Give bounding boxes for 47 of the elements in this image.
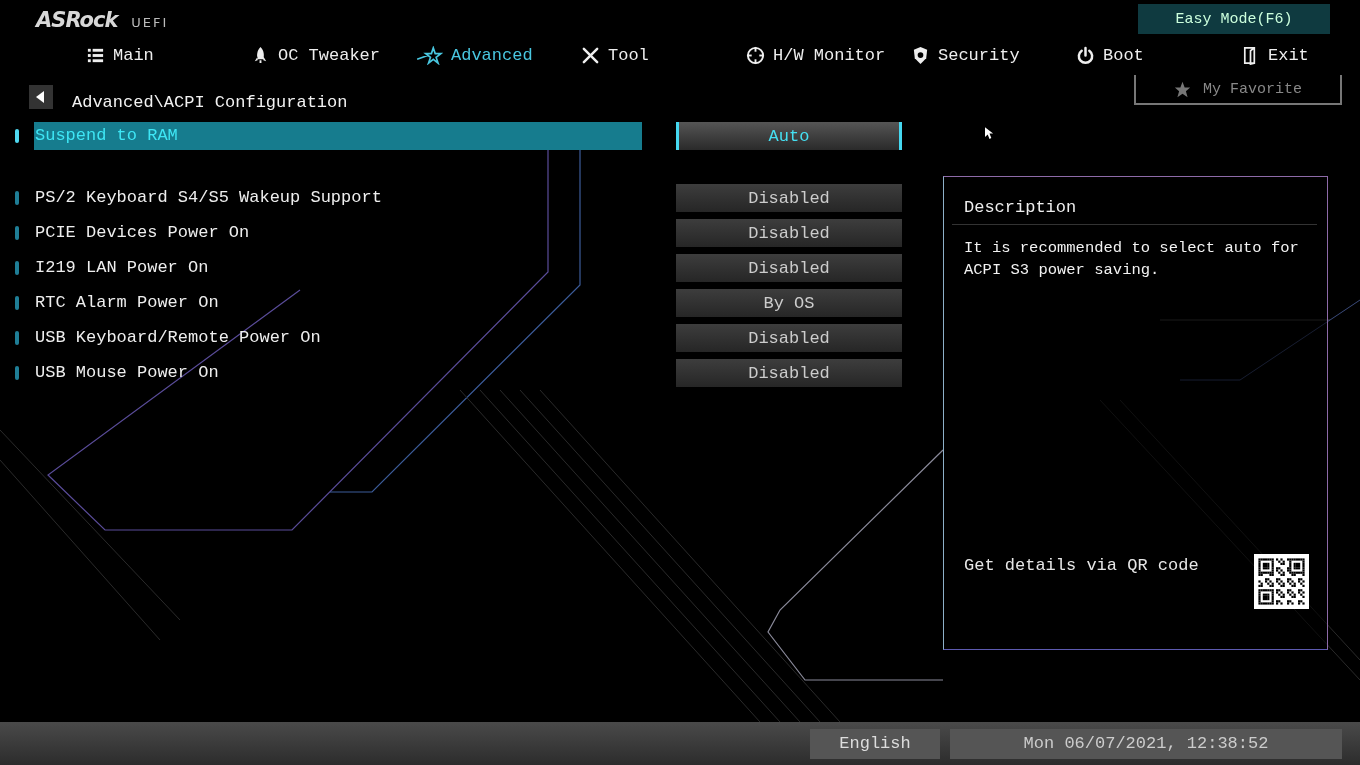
date-time: Mon 06/07/2021, 12:38:52 <box>950 728 1342 759</box>
setting-label[interactable]: USB Mouse Power On <box>34 359 642 387</box>
row-marker <box>15 129 19 143</box>
menu-tab[interactable]: Exit <box>1241 45 1360 65</box>
menu-tab[interactable]: Main <box>86 45 251 65</box>
power-icon <box>1076 45 1095 65</box>
setting-value-button[interactable]: Disabled <box>676 184 902 212</box>
setting-label[interactable]: USB Keyboard/Remote Power On <box>34 324 642 352</box>
setting-value-button[interactable]: Disabled <box>676 359 902 387</box>
menu-tab[interactable]: OC Tweaker <box>251 45 416 65</box>
setting-value-button[interactable]: Disabled <box>676 324 902 352</box>
setting-label[interactable]: RTC Alarm Power On <box>34 289 642 317</box>
brand-logo: ASRock <box>36 8 118 32</box>
easy-mode-button[interactable]: Easy Mode(F6) <box>1138 4 1330 34</box>
row-marker <box>15 226 19 240</box>
menu-tab[interactable]: Boot <box>1076 45 1241 65</box>
setting-label[interactable]: I219 LAN Power On <box>34 254 642 282</box>
row-marker <box>15 366 19 380</box>
crosshair-icon <box>746 45 765 65</box>
logo-suffix: UEFI <box>131 15 169 30</box>
description-text: It is recommended to select auto for ACPI S3 power saving. <box>964 238 1300 281</box>
setting-value-button[interactable]: Auto <box>676 122 902 150</box>
setting-label[interactable]: PS/2 Keyboard S4/S5 Wakeup Support <box>34 184 642 212</box>
row-marker <box>15 331 19 345</box>
menu-tab[interactable]: H/W Monitor <box>746 45 911 65</box>
qr-caption: Get details via QR code <box>964 556 1199 575</box>
star-icon <box>1174 80 1191 98</box>
panel-title: Description <box>952 177 1317 225</box>
my-favorite-button[interactable]: My Favorite <box>1134 75 1342 105</box>
setting-value-button[interactable]: Disabled <box>676 219 902 247</box>
back-arrow-icon <box>36 91 46 103</box>
setting-value-button[interactable]: By OS <box>676 289 902 317</box>
menu-tab[interactable]: Security <box>911 45 1076 65</box>
row-marker <box>15 261 19 275</box>
back-button[interactable] <box>29 85 53 109</box>
menu-tab[interactable]: Tool <box>581 45 746 65</box>
setting-label[interactable]: PCIE Devices Power On <box>34 219 642 247</box>
qr-code-icon <box>1254 554 1309 609</box>
row-marker <box>15 296 19 310</box>
breadcrumb: Advanced\ACPI Configuration <box>72 92 348 112</box>
menu-tab[interactable]: Advanced <box>416 45 581 65</box>
shield-icon <box>911 45 930 65</box>
row-marker <box>15 191 19 205</box>
mouse-cursor-icon <box>985 127 994 140</box>
setting-value-button[interactable]: Disabled <box>676 254 902 282</box>
language-button[interactable]: English <box>810 728 940 759</box>
star-icon <box>416 45 443 65</box>
